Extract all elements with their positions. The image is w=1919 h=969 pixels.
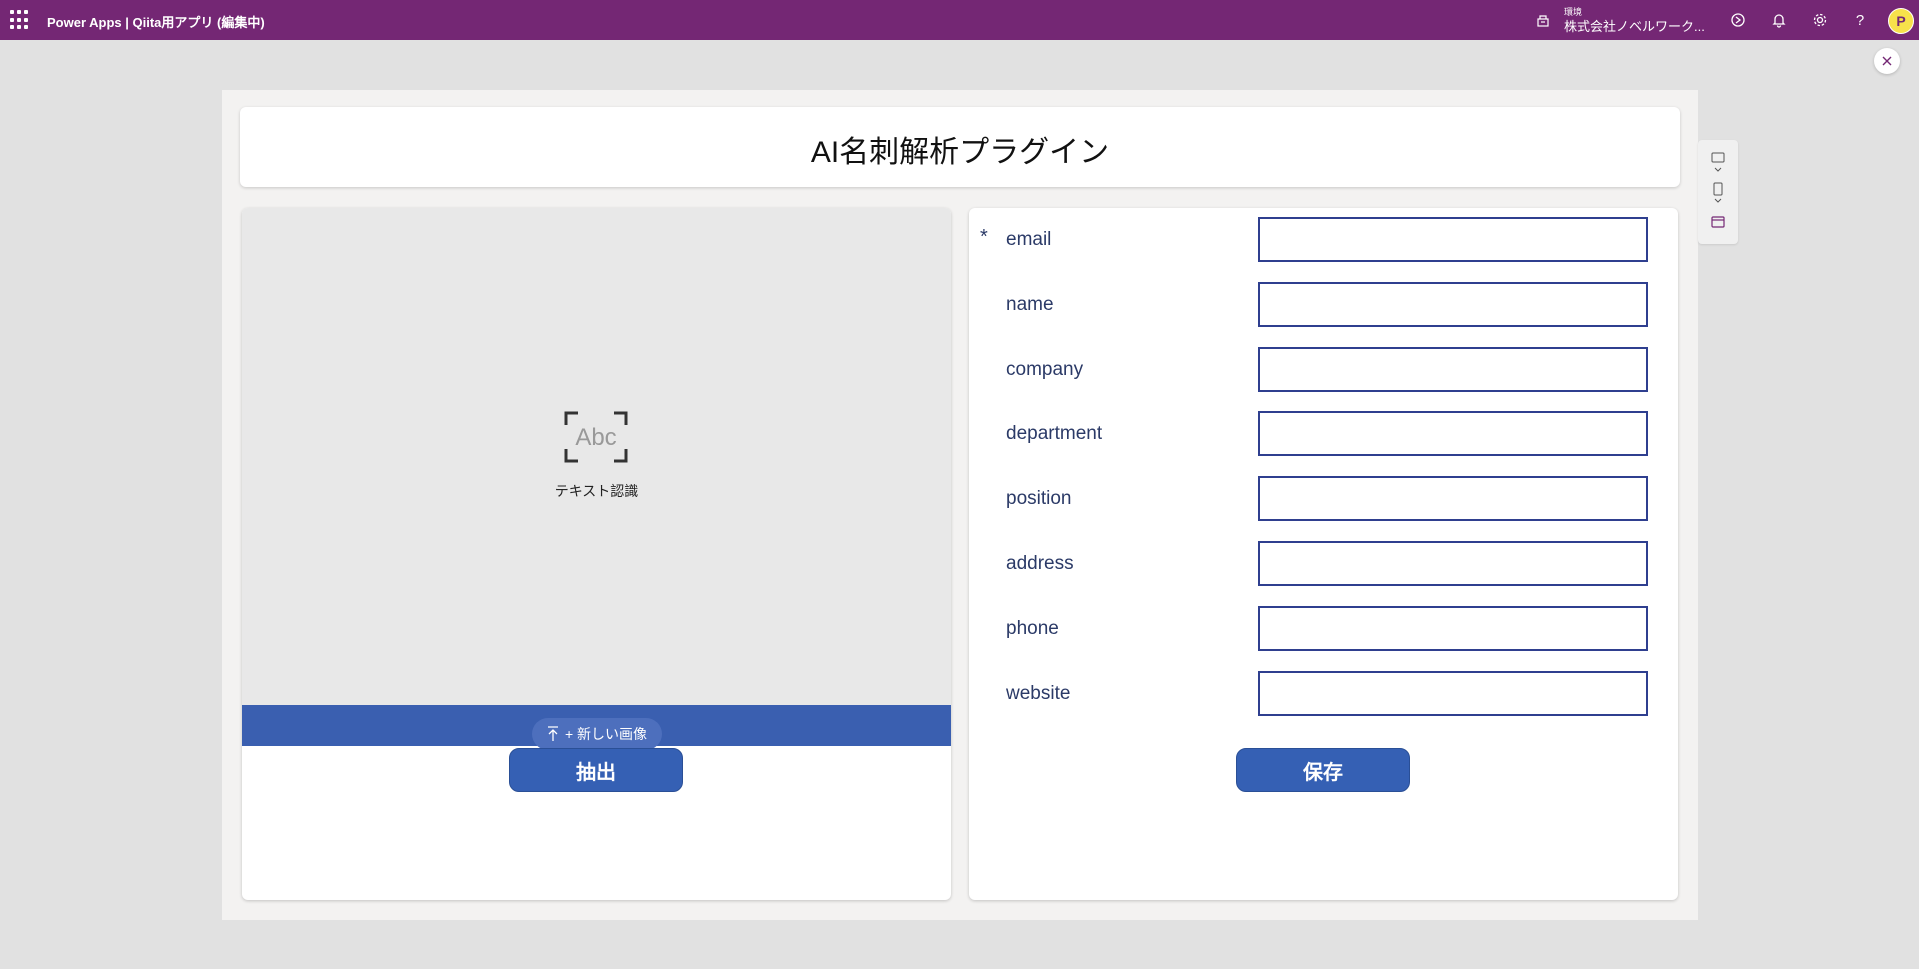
- text-recognition-icon: Abc: [564, 411, 628, 463]
- environment-icon: [1537, 15, 1549, 27]
- address-field[interactable]: [1258, 541, 1648, 586]
- position-field[interactable]: [1258, 476, 1648, 521]
- environment-name: 株式会社ノベルワーク...: [1564, 19, 1705, 34]
- notifications-icon[interactable]: [1769, 10, 1789, 30]
- text-recognition-label: テキスト認識: [554, 483, 639, 499]
- required-marker: *: [980, 226, 988, 248]
- position-label: position: [1006, 488, 1072, 509]
- address-label: address: [1006, 553, 1074, 574]
- tablet-view-icon[interactable]: [1711, 152, 1725, 174]
- svg-text:Abc: Abc: [575, 424, 616, 451]
- top-bar: Power Apps | Qiita用アプリ (編集中) 環境 株式会社ノベルワ…: [0, 0, 1919, 40]
- upload-icon: [547, 726, 558, 741]
- environment-picker[interactable]: 環境 株式会社ノベルワーク...: [1536, 5, 1706, 35]
- extract-button[interactable]: 抽出: [509, 748, 683, 792]
- ocr-card: Abc テキスト認識 + 新しい画像: [242, 208, 951, 900]
- name-label: name: [1006, 294, 1054, 315]
- preview-side-panel: [1698, 140, 1738, 244]
- name-field[interactable]: [1258, 282, 1648, 327]
- header-card: AI名刺解析プラグイン: [240, 107, 1680, 187]
- company-label: company: [1006, 359, 1084, 380]
- email-label: email: [1006, 229, 1052, 250]
- page-title: AI名刺解析プラグイン: [810, 136, 1110, 169]
- new-image-button[interactable]: + 新しい画像: [532, 718, 662, 750]
- department-label: department: [1006, 423, 1103, 444]
- email-field[interactable]: [1258, 217, 1648, 262]
- department-field[interactable]: [1258, 411, 1648, 456]
- company-field[interactable]: [1258, 347, 1648, 392]
- fit-to-window-icon[interactable]: [1711, 216, 1725, 228]
- app-launcher-icon[interactable]: [10, 10, 30, 30]
- upload-bar: + 新しい画像: [242, 705, 951, 750]
- save-button[interactable]: 保存: [1236, 748, 1410, 792]
- text-recognizer[interactable]: Abc テキスト認識: [242, 208, 951, 705]
- phone-label: phone: [1006, 618, 1059, 639]
- form-card: * email name company department position…: [969, 208, 1678, 900]
- phone-field[interactable]: [1258, 606, 1648, 651]
- close-icon: [1882, 56, 1892, 66]
- settings-icon[interactable]: [1810, 10, 1830, 30]
- new-image-label: + 新しい画像: [564, 726, 648, 742]
- website-label: website: [1006, 683, 1071, 704]
- app-title: Power Apps | Qiita用アプリ (編集中): [47, 15, 265, 30]
- user-avatar[interactable]: P: [1888, 8, 1914, 34]
- copilot-icon[interactable]: [1728, 10, 1748, 30]
- website-field[interactable]: [1258, 671, 1648, 716]
- help-icon[interactable]: ?: [1850, 10, 1870, 30]
- close-preview-button[interactable]: [1874, 48, 1900, 74]
- phone-view-icon[interactable]: [1711, 182, 1725, 204]
